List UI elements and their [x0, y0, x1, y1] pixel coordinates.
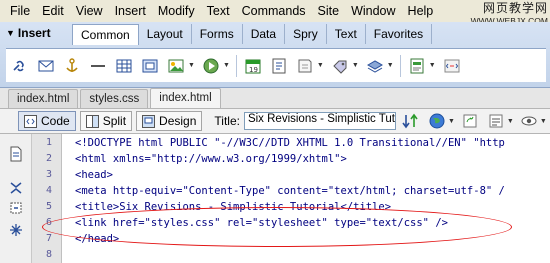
menu-insert[interactable]: Insert — [109, 0, 152, 22]
doc-tab-styles-css[interactable]: styles.css — [80, 89, 149, 108]
menu-commands[interactable]: Commands — [236, 0, 312, 22]
script-icon[interactable] — [365, 56, 385, 76]
menu-help[interactable]: Help — [402, 0, 440, 22]
design-view-icon — [142, 114, 156, 128]
menu-edit[interactable]: Edit — [36, 0, 70, 22]
email-link-icon[interactable] — [36, 56, 56, 76]
open-documents-icon[interactable] — [8, 146, 24, 162]
code-view-icon — [24, 114, 37, 128]
collapse-selection-icon[interactable] — [8, 200, 24, 216]
code-view-button[interactable]: Code — [18, 111, 76, 131]
toolbar-separator — [235, 54, 237, 77]
menu-site[interactable]: Site — [312, 0, 346, 22]
design-view-label: Design — [159, 114, 197, 128]
media-dropdown-arrow-icon[interactable]: ▼ — [223, 62, 230, 69]
line-number: 4 — [46, 185, 53, 196]
insert-icon-row: ▼ ▼ 19 ▼ ▼ ▼ ▼ — [6, 48, 546, 82]
visual-aids-icon[interactable] — [518, 111, 540, 131]
highlight-annotation-oval — [42, 207, 512, 247]
refresh-design-view-icon[interactable] — [459, 111, 481, 131]
split-view-button[interactable]: Split — [79, 111, 133, 131]
file-management-icon[interactable] — [400, 111, 422, 131]
split-view-label: Split — [102, 114, 127, 128]
view-options-icon[interactable] — [485, 111, 507, 131]
code-view-label: Code — [41, 114, 70, 128]
code-line[interactable]: <head> — [75, 169, 113, 181]
head-elements-icon[interactable] — [330, 56, 350, 76]
collapse-full-tag-icon[interactable] — [8, 180, 24, 196]
title-field[interactable]: Six Revisions - Simplistic Tutori — [243, 112, 396, 130]
view-options-dropdown-arrow-icon[interactable]: ▼ — [507, 118, 514, 125]
document-toolbar: Code Split Design Title: Six Revisions -… — [0, 108, 550, 134]
code-line[interactable]: <html xmlns="http://www.w3.org/1999/xhtm… — [75, 153, 347, 165]
hyperlink-icon[interactable] — [10, 56, 30, 76]
line-number: 8 — [46, 249, 53, 260]
code-line[interactable]: <meta http-equiv="Content-Type" content=… — [75, 185, 505, 197]
comment-icon[interactable] — [295, 56, 315, 76]
collapse-triangle-icon: ▼ — [6, 28, 15, 38]
tab-data[interactable]: Data — [243, 24, 286, 44]
visual-aids-dropdown-arrow-icon[interactable]: ▼ — [540, 118, 547, 125]
menu-file[interactable]: File — [4, 0, 36, 22]
horizontal-rule-icon[interactable] — [88, 56, 108, 76]
media-icon[interactable] — [201, 56, 221, 76]
doc-tab-index-html[interactable]: index.html — [8, 89, 79, 108]
comment-dropdown-arrow-icon[interactable]: ▼ — [317, 62, 324, 69]
insert-panel-label: Insert — [17, 26, 51, 40]
line-number: 3 — [46, 169, 53, 180]
design-view-button[interactable]: Design — [136, 111, 203, 131]
tag-chooser-icon[interactable] — [442, 56, 462, 76]
tab-layout[interactable]: Layout — [139, 24, 192, 44]
line-number: 7 — [46, 233, 53, 244]
line-number: 5 — [46, 201, 53, 212]
expand-all-icon[interactable] — [8, 222, 24, 238]
tab-text[interactable]: Text — [327, 24, 366, 44]
watermark-title: 网页教学网 — [482, 1, 548, 15]
templates-icon[interactable] — [407, 56, 427, 76]
images-icon[interactable] — [166, 56, 186, 76]
table-icon[interactable] — [114, 56, 134, 76]
toolbar-separator — [399, 54, 401, 77]
tab-spry[interactable]: Spry — [285, 24, 327, 44]
title-label: Title: — [214, 114, 240, 128]
insert-panel-title[interactable]: ▼ Insert — [6, 26, 51, 40]
line-number: 1 — [46, 137, 53, 148]
head-dropdown-arrow-icon[interactable]: ▼ — [352, 62, 359, 69]
split-view-icon — [85, 114, 99, 128]
templates-dropdown-arrow-icon[interactable]: ▼ — [429, 62, 436, 69]
script-dropdown-arrow-icon[interactable]: ▼ — [387, 62, 394, 69]
tab-common[interactable]: Common — [72, 24, 139, 45]
server-side-include-icon[interactable] — [269, 56, 289, 76]
insert-category-tabs: Common Layout Forms Data Spry Text Favor… — [72, 24, 433, 45]
insert-panel: ▼ Insert Common Layout Forms Data Spry T… — [0, 22, 550, 88]
menu-view[interactable]: View — [70, 0, 109, 22]
date-icon[interactable]: 19 — [243, 56, 263, 76]
preview-dropdown-arrow-icon[interactable]: ▼ — [448, 118, 455, 125]
images-dropdown-arrow-icon[interactable]: ▼ — [188, 62, 195, 69]
tab-favorites[interactable]: Favorites — [366, 24, 433, 44]
tab-forms[interactable]: Forms — [192, 24, 243, 44]
line-number: 2 — [46, 153, 53, 164]
svg-text:19: 19 — [249, 66, 258, 74]
menu-window[interactable]: Window — [345, 0, 401, 22]
coding-toolbar — [0, 134, 32, 263]
menu-modify[interactable]: Modify — [152, 0, 201, 22]
document-tabs: index.html styles.css index.html — [0, 88, 550, 108]
menu-text[interactable]: Text — [201, 0, 236, 22]
code-line[interactable]: <!DOCTYPE html PUBLIC "-//W3C//DTD XHTML… — [75, 137, 505, 149]
doc-tab-index-html-active[interactable]: index.html — [150, 88, 221, 108]
code-view: 1 2 3 4 5 6 7 8 <!DOCTYPE html PUBLIC "-… — [0, 134, 550, 263]
preview-browser-icon[interactable] — [426, 111, 448, 131]
named-anchor-icon[interactable] — [62, 56, 82, 76]
line-number-gutter: 1 2 3 4 5 6 7 8 — [32, 134, 62, 263]
div-tag-icon[interactable] — [140, 56, 160, 76]
